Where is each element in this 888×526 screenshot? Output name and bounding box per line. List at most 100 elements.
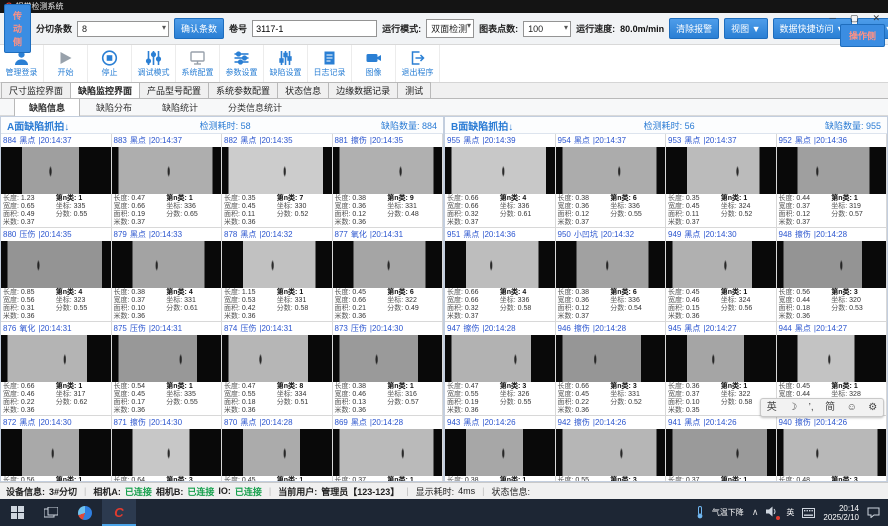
defect-image[interactable] xyxy=(777,429,887,476)
drive-side-button[interactable]: 传动侧 xyxy=(4,4,31,53)
defect-cell[interactable]: 951 黑点 |20:14:36 长度: 0.66 宽度: 0.66 面积: 0… xyxy=(445,228,556,322)
defect-cell[interactable]: 869 黑点 |20:14:28 长度: 0.37 宽度: 0.45 面积: 0… xyxy=(333,416,444,481)
defect-image[interactable] xyxy=(222,147,332,194)
defect-image[interactable] xyxy=(666,429,776,476)
defect-cell[interactable]: 876 氧化 |20:14:31 长度: 0.66 宽度: 0.46 面积: 0… xyxy=(1,322,112,416)
defect-image[interactable] xyxy=(556,429,666,476)
defect-image[interactable] xyxy=(1,241,111,288)
tool-levels-button[interactable]: 缺陷设置 xyxy=(264,45,308,82)
defect-cell[interactable]: 882 黑点 |20:14:35 长度: 0.35 宽度: 0.45 面积: 0… xyxy=(222,134,333,228)
defect-image[interactable] xyxy=(112,335,222,382)
taskbar-clock[interactable]: 20:14 2025/2/10 xyxy=(823,504,859,522)
defect-image[interactable] xyxy=(333,241,443,288)
subtab-3[interactable]: 缺陷统计 xyxy=(148,99,212,116)
defect-image[interactable] xyxy=(445,429,555,476)
tray-expand-icon[interactable]: ∧ xyxy=(752,507,759,518)
tool-stop-button[interactable]: 停止 xyxy=(88,45,132,82)
tool-camera-button[interactable]: 图像 xyxy=(352,45,396,82)
defect-cell[interactable]: 873 压伤 |20:14:30 长度: 0.38 宽度: 0.46 面积: 0… xyxy=(333,322,444,416)
defect-image[interactable] xyxy=(445,335,555,382)
defect-image[interactable] xyxy=(445,241,555,288)
defect-cell[interactable]: 877 氧化 |20:14:31 长度: 0.45 宽度: 0.66 面积: 0… xyxy=(333,228,444,322)
defect-image[interactable] xyxy=(222,241,332,288)
defect-image[interactable] xyxy=(1,335,111,382)
defect-image[interactable] xyxy=(333,429,443,476)
ime-lang-toggle[interactable]: 英 xyxy=(767,400,777,415)
defect-image[interactable] xyxy=(556,241,666,288)
defect-cell[interactable]: 940 擦伤 |20:14:26 长度: 0.48 宽度: 0.45 面积: 0… xyxy=(777,416,888,481)
weather-text[interactable]: 气温下降 xyxy=(712,507,744,518)
defect-cell[interactable]: 881 擦伤 |20:14:35 长度: 0.38 宽度: 0.36 面积: 0… xyxy=(333,134,444,228)
defect-image[interactable] xyxy=(777,147,887,194)
tool-log-button[interactable]: 日志记录 xyxy=(308,45,352,82)
touch-keyboard-icon[interactable] xyxy=(802,508,815,518)
defect-cell[interactable]: 950 小凹坑 |20:14:32 长度: 0.38 宽度: 0.36 面积: … xyxy=(556,228,667,322)
operator-side-button[interactable]: 操作侧 xyxy=(840,24,885,47)
defect-cell[interactable]: 880 压伤 |20:14:35 长度: 0.85 宽度: 0.56 面积: 0… xyxy=(1,228,112,322)
defect-cell[interactable]: 943 黑点 |20:14:26 长度: 0.38 宽度: 0.36 面积: 0… xyxy=(445,416,556,481)
clear-alarm-button[interactable]: 清除报警 xyxy=(669,18,719,39)
ime-fullwidth-toggle[interactable]: ☽ xyxy=(788,400,797,415)
volume-icon[interactable] xyxy=(766,506,778,519)
defect-cell[interactable]: 942 擦伤 |20:14:26 长度: 0.55 宽度: 0.46 面积: 0… xyxy=(556,416,667,481)
defect-cell[interactable]: 949 黑点 |20:14:30 长度: 0.45 宽度: 0.46 面积: 0… xyxy=(666,228,777,322)
subtab-4[interactable]: 分类信息统计 xyxy=(214,99,296,116)
defect-cell[interactable]: 872 黑点 |20:14:30 长度: 0.56 宽度: 0.45 面积: 0… xyxy=(1,416,112,481)
defect-image[interactable] xyxy=(556,335,666,382)
tool-debug-button[interactable]: 调试模式 xyxy=(132,45,176,82)
defect-cell[interactable]: 875 压伤 |20:14:31 长度: 0.54 宽度: 0.45 面积: 0… xyxy=(112,322,223,416)
tab-2[interactable]: 缺陷监控界面 xyxy=(70,82,140,98)
ime-settings-button[interactable]: ⚙ xyxy=(868,400,877,415)
view-menu-button[interactable]: 视图 ▼ xyxy=(724,18,767,39)
defect-image[interactable] xyxy=(666,241,776,288)
ime-punctuation-toggle[interactable]: ’, xyxy=(809,400,814,415)
defect-cell[interactable]: 947 擦伤 |20:14:28 长度: 0.47 宽度: 0.55 面积: 0… xyxy=(445,322,556,416)
tab-1[interactable]: 尺寸监控界面 xyxy=(1,82,71,98)
defect-cell[interactable]: 874 压伤 |20:14:31 长度: 0.47 宽度: 0.55 面积: 0… xyxy=(222,322,333,416)
defect-image[interactable] xyxy=(112,429,222,476)
defect-image[interactable] xyxy=(666,147,776,194)
defect-cell[interactable]: 954 黑点 |20:14:37 长度: 0.38 宽度: 0.36 面积: 0… xyxy=(556,134,667,228)
tool-monitor-button[interactable]: 系统配置 xyxy=(176,45,220,82)
tab-4[interactable]: 系统参数配置 xyxy=(208,82,278,98)
defect-image[interactable] xyxy=(222,335,332,382)
maximize-icon[interactable]: ▢ xyxy=(850,13,859,23)
defect-image[interactable] xyxy=(1,429,111,476)
tool-tune-button[interactable]: 参数设置 xyxy=(220,45,264,82)
defect-image[interactable] xyxy=(666,335,776,382)
tab-3[interactable]: 产品型号配置 xyxy=(139,82,209,98)
defect-image[interactable] xyxy=(112,241,222,288)
subtab-2[interactable]: 缺陷分布 xyxy=(82,99,146,116)
minimize-icon[interactable]: ─ xyxy=(830,13,836,23)
tab-5[interactable]: 状态信息 xyxy=(277,82,329,98)
tab-7[interactable]: 测试 xyxy=(397,82,431,98)
ime-emoji-button[interactable]: ☺ xyxy=(847,400,857,415)
tab-6[interactable]: 边缘数据记录 xyxy=(328,82,398,98)
defect-cell[interactable]: 952 黑点 |20:14:36 长度: 0.44 宽度: 0.37 面积: 0… xyxy=(777,134,888,228)
defect-cell[interactable]: 870 黑点 |20:14:28 长度: 0.45 宽度: 0.36 面积: 0… xyxy=(222,416,333,481)
close-icon[interactable]: ✕ xyxy=(872,13,880,23)
thermometer-icon[interactable] xyxy=(696,506,704,519)
defect-cell[interactable]: 871 擦伤 |20:14:30 长度: 0.64 宽度: 0.54 面积: 0… xyxy=(112,416,223,481)
defect-image[interactable] xyxy=(333,147,443,194)
defect-cell[interactable]: 946 擦伤 |20:14:28 长度: 0.66 宽度: 0.45 面积: 0… xyxy=(556,322,667,416)
defect-cell[interactable]: 941 黑点 |20:14:26 长度: 0.37 宽度: 0.35 面积: 0… xyxy=(666,416,777,481)
action-center-icon[interactable] xyxy=(867,507,880,518)
defect-image[interactable] xyxy=(556,147,666,194)
defect-cell[interactable]: 953 黑点 |20:14:37 长度: 0.35 宽度: 0.45 面积: 0… xyxy=(666,134,777,228)
chart-points-select[interactable]: 100▾ xyxy=(523,21,571,37)
defect-cell[interactable]: 884 黑点 |20:14:37 长度: 1.23 宽度: 0.65 面积: 0… xyxy=(1,134,112,228)
defect-image[interactable] xyxy=(777,241,887,288)
defect-cell[interactable]: 883 黑点 |20:14:37 长度: 0.47 宽度: 0.66 面积: 0… xyxy=(112,134,223,228)
defect-cell[interactable]: 955 黑点 |20:14:39 长度: 0.66 宽度: 0.66 面积: 0… xyxy=(445,134,556,228)
defect-image[interactable] xyxy=(333,335,443,382)
confirm-count-button[interactable]: 确认条数 xyxy=(174,18,224,39)
tool-play-button[interactable]: 开始 xyxy=(44,45,88,82)
defect-image[interactable] xyxy=(1,147,111,194)
defect-image[interactable] xyxy=(777,335,887,382)
defect-cell[interactable]: 948 擦伤 |20:14:28 长度: 0.56 宽度: 0.44 面积: 0… xyxy=(777,228,888,322)
ime-simplified-toggle[interactable]: 简 xyxy=(825,400,835,415)
defect-image[interactable] xyxy=(445,147,555,194)
subtab-1[interactable]: 缺陷信息 xyxy=(14,98,80,117)
tool-exit-button[interactable]: 退出程序 xyxy=(396,45,440,82)
